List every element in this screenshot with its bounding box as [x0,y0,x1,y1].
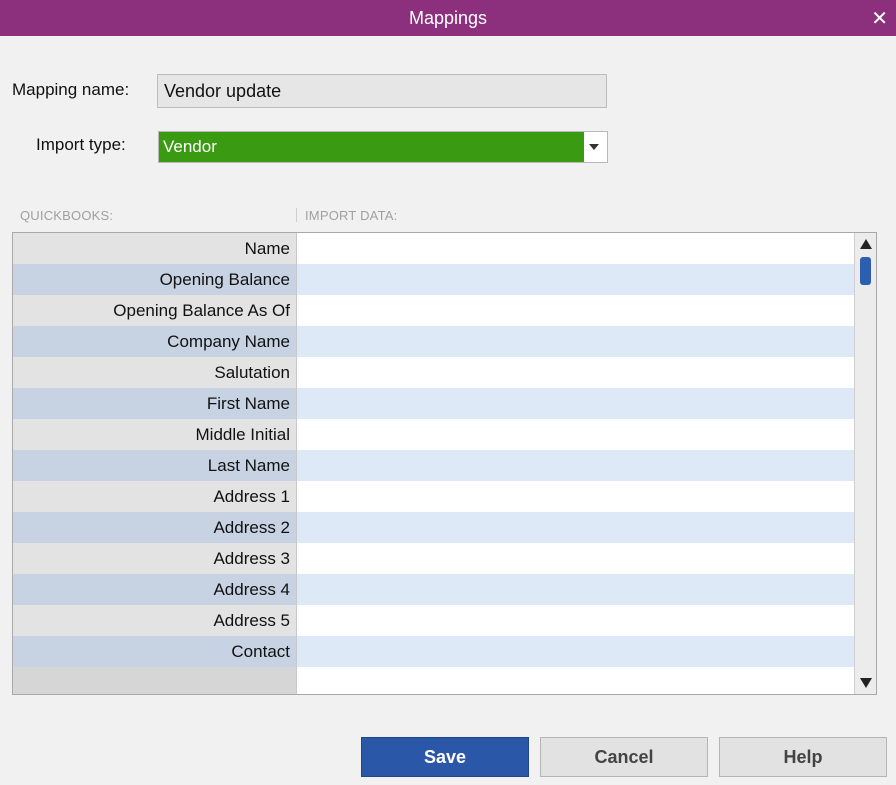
table-row[interactable]: Address 4 [13,574,876,605]
import-type-select[interactable]: Vendor [158,131,608,163]
table-row[interactable]: Address 5 [13,605,876,636]
import-data-cell[interactable] [297,481,854,512]
quickbooks-field: Salutation [13,357,297,388]
quickbooks-field: Address 1 [13,481,297,512]
quickbooks-field: First Name [13,388,297,419]
mapping-name-label: Mapping name: [12,80,130,99]
mapping-name-input[interactable] [157,74,607,108]
help-button[interactable]: Help [719,737,887,777]
quickbooks-field: Opening Balance As Of [13,295,297,326]
table-row[interactable]: Opening Balance [13,264,876,295]
quickbooks-field: Address 4 [13,574,297,605]
import-type-value: Vendor [159,132,584,162]
save-button[interactable]: Save [361,737,529,777]
import-data-cell[interactable] [297,357,854,388]
import-data-column-header: IMPORT DATA: [305,208,398,223]
column-divider [296,208,297,222]
scroll-down-arrow-icon[interactable] [860,678,872,688]
import-data-cell[interactable] [297,264,854,295]
scroll-up-arrow-icon[interactable] [860,239,872,249]
window-title: Mappings [408,8,488,28]
mapping-grid: Name Opening Balance Opening Balance As … [12,232,877,695]
table-row[interactable]: First Name [13,388,876,419]
table-row[interactable]: Address 2 [13,512,876,543]
import-data-cell[interactable] [297,388,854,419]
import-data-cell[interactable] [297,512,854,543]
quickbooks-field: Company Name [13,326,297,357]
quickbooks-field: Middle Initial [13,419,297,450]
quickbooks-field: Last Name [13,450,297,481]
table-row[interactable]: Salutation [13,357,876,388]
table-row[interactable]: Opening Balance As Of [13,295,876,326]
import-data-cell[interactable] [297,295,854,326]
table-row[interactable]: Last Name [13,450,876,481]
scroll-thumb[interactable] [860,257,871,285]
grid-empty-row [13,667,854,694]
import-data-cell[interactable] [297,233,854,264]
import-type-label: Import type: [36,135,126,154]
table-row[interactable]: Address 1 [13,481,876,512]
quickbooks-column-header: QUICKBOOKS: [20,208,114,223]
quickbooks-field: Address 5 [13,605,297,636]
vertical-scrollbar[interactable] [854,233,876,694]
title-bar: Mappings ✕ [0,0,896,36]
quickbooks-field: Contact [13,636,297,667]
table-row[interactable]: Address 3 [13,543,876,574]
quickbooks-field: Address 2 [13,512,297,543]
table-row[interactable]: Name [13,233,876,264]
import-data-cell[interactable] [297,326,854,357]
chevron-down-icon[interactable] [589,144,599,150]
quickbooks-field: Name [13,233,297,264]
close-icon[interactable]: ✕ [871,6,888,31]
table-row[interactable]: Contact [13,636,876,667]
cancel-button[interactable]: Cancel [540,737,708,777]
import-data-cell[interactable] [297,574,854,605]
import-data-cell[interactable] [297,636,854,667]
import-data-cell[interactable] [297,605,854,636]
import-data-cell[interactable] [297,450,854,481]
quickbooks-field: Opening Balance [13,264,297,295]
table-row[interactable]: Middle Initial [13,419,876,450]
import-data-cell[interactable] [297,419,854,450]
quickbooks-field: Address 3 [13,543,297,574]
table-row[interactable]: Company Name [13,326,876,357]
import-data-cell[interactable] [297,543,854,574]
